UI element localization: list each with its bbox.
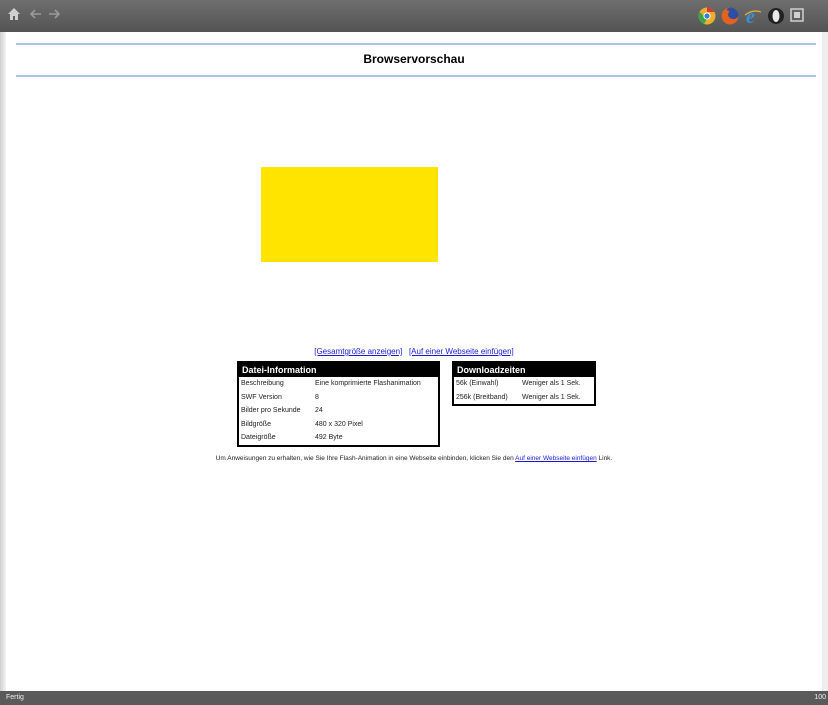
download-time-value: Weniger als 1 Sek. [522,393,581,401]
page-content: Browservorschau [Gesamtgröße anzeigen] [… [6,32,822,691]
file-info-value: 480 x 320 Pixel [315,420,363,428]
table-row: Beschreibung Eine komprimierte Flashanim… [239,377,423,391]
status-bar: Fertig 100 [0,691,828,705]
file-info-box: Datei-Information Beschreibung Eine komp… [237,361,440,447]
instructions-text-end: Link. [596,455,613,462]
title-rule-bottom [16,75,816,77]
home-icon[interactable] [6,7,22,23]
internet-explorer-icon[interactable]: e [744,6,762,28]
file-info-label: Beschreibung [241,380,284,388]
file-info-value: 8 [315,393,319,401]
chrome-icon[interactable] [698,7,716,25]
status-text: Fertig [6,694,24,701]
firefox-icon[interactable] [721,7,739,25]
table-row: Bildgröße 480 x 320 Pixel [239,418,423,432]
flash-preview[interactable] [261,167,438,262]
title-rule-top [16,43,816,45]
svg-text:e: e [746,7,755,25]
opera-icon[interactable] [767,7,785,25]
embed-instructions: Um Anweisungen zu erhalten, wie Sie Ihre… [6,455,822,462]
window-icon[interactable] [790,7,808,25]
file-info-value: 492 Byte [315,434,343,442]
browser-toolbar: e [0,0,828,32]
table-row: 56k (Einwahl) Weniger als 1 Sek. [454,377,583,391]
file-info-table: Beschreibung Eine komprimierte Flashanim… [239,377,423,445]
file-info-label: Dateigröße [241,434,276,442]
embed-link[interactable]: [Auf einer Webseite einfügen] [409,347,514,356]
forward-arrow-icon[interactable] [46,7,62,23]
download-speed-label: 56k (Einwahl) [456,380,499,388]
instructions-text: Um Anweisungen zu erhalten, wie Sie Ihre… [215,455,516,462]
download-times-header: Downloadzeiten [454,363,594,377]
file-info-header: Datei-Information [239,363,438,377]
table-row: Dateigröße 492 Byte [239,431,423,445]
file-info-value: 24 [315,407,323,415]
table-row: 256k (Breitband) Weniger als 1 Sek. [454,391,583,405]
download-times-table: 56k (Einwahl) Weniger als 1 Sek. 256k (B… [454,377,583,404]
file-info-value: Eine komprimierte Flashanimation [315,380,421,388]
back-arrow-icon[interactable] [28,7,44,23]
embed-instructions-link[interactable]: Auf einer Webseite einfügen [515,455,597,462]
download-speed-label: 256k (Breitband) [456,393,508,401]
right-scroll-area[interactable] [821,32,828,691]
table-row: Bilder pro Sekunde 24 [239,404,423,418]
download-time-value: Weniger als 1 Sek. [522,380,581,388]
fullsize-link[interactable]: [Gesamtgröße anzeigen] [314,347,402,356]
zoom-level: 100 [814,694,826,701]
preview-links: [Gesamtgröße anzeigen] [Auf einer Websei… [6,347,822,356]
file-info-label: Bilder pro Sekunde [241,407,301,415]
page-title: Browservorschau [363,52,465,66]
download-times-box: Downloadzeiten 56k (Einwahl) Weniger als… [452,361,596,406]
file-info-label: Bildgröße [241,420,271,428]
file-info-label: SWF Version [241,393,282,401]
table-row: SWF Version 8 [239,391,423,405]
